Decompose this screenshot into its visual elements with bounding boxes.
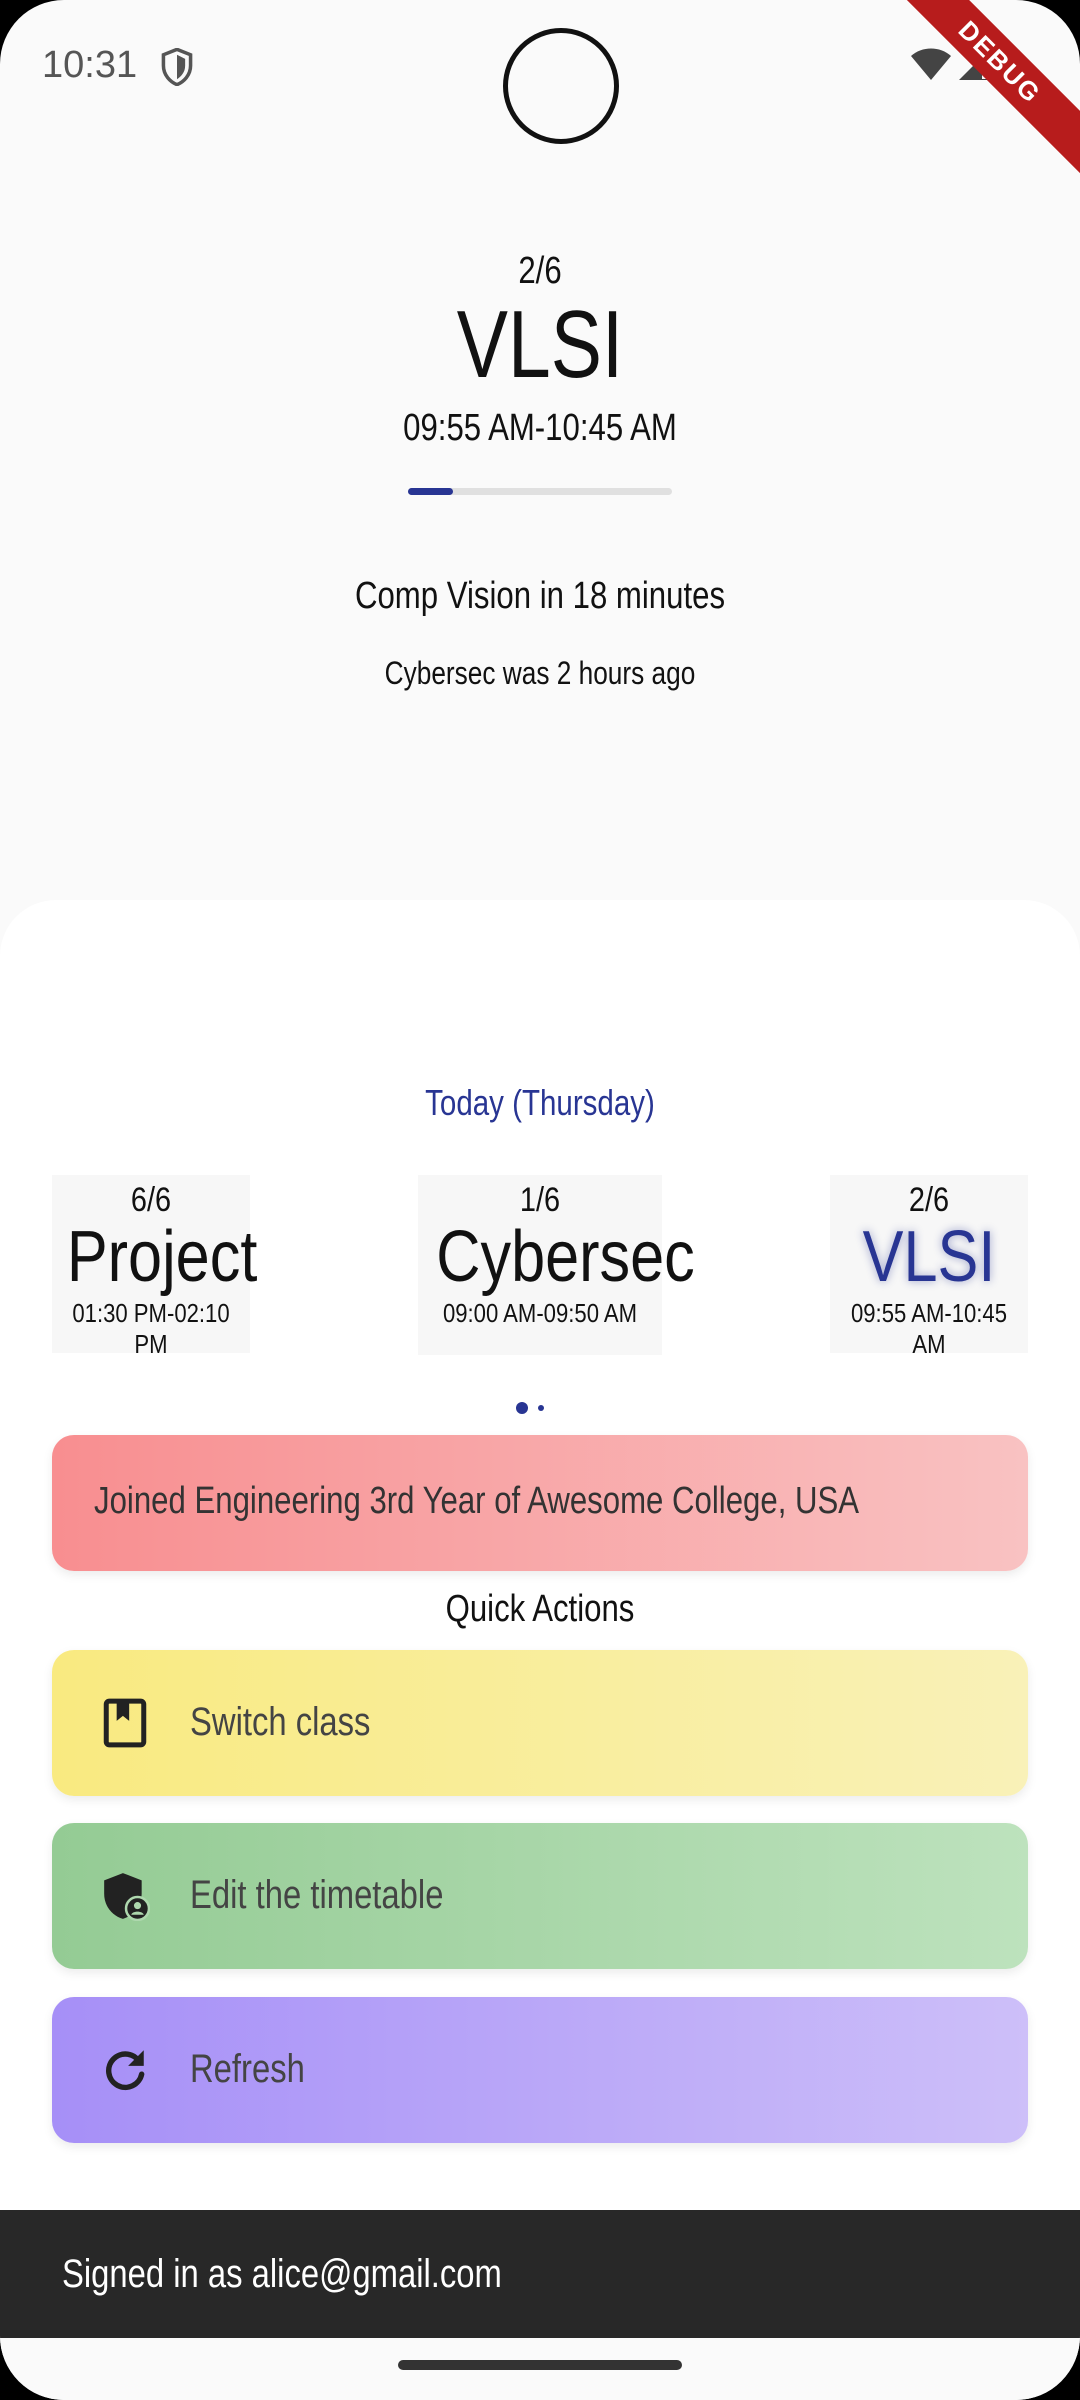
refresh-button[interactable]: Refresh: [52, 1997, 1028, 2143]
current-class-name: VLSI: [456, 291, 624, 398]
class-card-name: Cybersec: [436, 1217, 695, 1297]
bottom-sheet: Today (Thursday) 6/6 Project 01:30 PM-02…: [0, 900, 1080, 2210]
class-card-name: VLSI: [862, 1217, 996, 1297]
class-card-project[interactable]: 6/6 Project 01:30 PM-02:10 PM: [52, 1175, 258, 1359]
switch-class-label: Switch class: [190, 1700, 371, 1744]
class-card-name: Project: [66, 1217, 258, 1297]
class-card-index: 6/6: [130, 1181, 172, 1219]
class-progress-fill: [408, 488, 453, 495]
class-card-time: 09:55 AM-10:45 AM: [850, 1297, 1008, 1359]
edit-timetable-button[interactable]: Edit the timetable: [52, 1823, 1028, 1969]
debug-banner: DEBUG: [878, 0, 1080, 184]
gesture-nav-area: [0, 2338, 1080, 2400]
switch-class-button[interactable]: Switch class: [52, 1650, 1028, 1796]
class-card-index: 2/6: [908, 1181, 950, 1219]
signed-in-text: Signed in as alice@gmail.com: [62, 2252, 502, 2296]
page-dot[interactable]: [538, 1405, 544, 1411]
class-card-time: 01:30 PM-02:10 PM: [72, 1297, 230, 1359]
class-progress-bar: [408, 488, 672, 495]
status-time: 10:31: [42, 44, 138, 86]
shield-icon: [161, 48, 193, 86]
quick-actions-title: Quick Actions: [445, 1588, 635, 1630]
camera-cutout: [503, 28, 619, 144]
home-handle[interactable]: [398, 2360, 682, 2370]
joined-text: Joined Engineering 3rd Year of Awesome C…: [94, 1480, 860, 1522]
today-label: Today (Thursday): [425, 1082, 655, 1123]
bookmark-book-icon: [103, 1698, 147, 1748]
current-class-time: 09:55 AM-10:45 AM: [403, 407, 677, 449]
app-screen: 10:31 DEBUG 2/6 VLSI 09:55 AM-10:45 AM C…: [0, 0, 1080, 2400]
current-class-index: 2/6: [518, 250, 562, 292]
edit-timetable-label: Edit the timetable: [190, 1873, 444, 1917]
class-card-index: 1/6: [519, 1181, 561, 1219]
page-dot-active[interactable]: [516, 1402, 528, 1414]
admin-shield-icon: [104, 1873, 150, 1921]
class-card-cybersec[interactable]: 1/6 Cybersec 09:00 AM-09:50 AM: [418, 1175, 695, 1355]
refresh-label: Refresh: [190, 2047, 305, 2091]
class-card-vlsi[interactable]: 2/6 VLSI 09:55 AM-10:45 AM: [830, 1175, 1028, 1359]
status-bar: 10:31 DEBUG: [0, 0, 1080, 184]
signed-in-footer: Signed in as alice@gmail.com: [0, 2210, 1080, 2338]
joined-banner: Joined Engineering 3rd Year of Awesome C…: [52, 1435, 1028, 1571]
class-card-time: 09:00 AM-09:50 AM: [442, 1297, 638, 1328]
next-class-text: Comp Vision in 18 minutes: [354, 575, 726, 617]
wifi-icon: [911, 48, 951, 80]
refresh-icon: [106, 2050, 145, 2091]
carousel-page-indicator[interactable]: [516, 1402, 544, 1414]
previous-class-text: Cybersec was 2 hours ago: [384, 655, 696, 691]
current-class: 2/6 VLSI 09:55 AM-10:45 AM: [0, 250, 1080, 495]
